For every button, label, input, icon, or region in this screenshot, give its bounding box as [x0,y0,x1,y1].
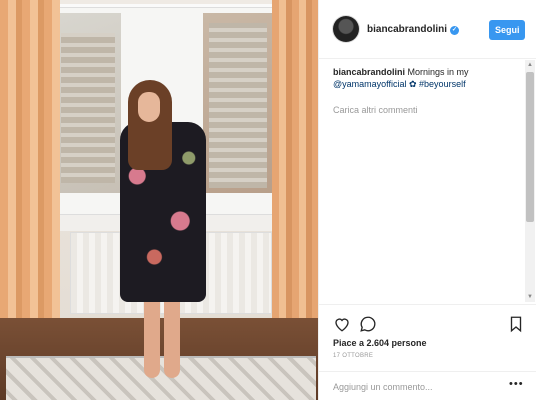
person-face [138,92,160,122]
post-sidebar: biancabrandolini ✓ Segui biancabrandolini… [318,0,536,400]
comment-input[interactable] [333,380,483,394]
scrollbar-thumb[interactable] [526,72,534,222]
bookmark-icon[interactable] [507,315,525,333]
likes-count[interactable]: Piace a 2.604 persone [333,338,427,348]
caption-username[interactable]: biancabrandolini [333,67,405,77]
caption-hashtag[interactable]: ✿ #beyourself [407,79,466,89]
follow-button[interactable]: Segui [489,20,525,40]
caption: biancabrandolini Mornings in my @yamamay… [333,66,523,90]
add-comment-row: ••• [319,371,536,402]
heart-icon[interactable] [333,315,351,333]
curtain-right [272,0,318,350]
more-options-icon[interactable]: ••• [509,378,524,390]
scroll-up-icon[interactable]: ▲ [525,60,535,70]
comments-scrollbar[interactable]: ▲ ▼ [525,60,535,302]
load-more-comments[interactable]: Carica altri commenti [333,104,523,116]
post-header: biancabrandolini ✓ Segui [319,0,536,59]
curtain-left [0,0,60,350]
scroll-down-icon[interactable]: ▼ [525,292,535,302]
window-pane-right [203,13,273,193]
post-actions: Piace a 2.604 persone 17 OTTOBRE ••• [319,304,536,401]
instagram-post: biancabrandolini ✓ Segui biancabrandolini… [0,0,536,400]
window-pane-left [57,13,121,193]
post-photo[interactable] [0,0,318,400]
post-date: 17 OTTOBRE [333,353,374,359]
caption-mention-link[interactable]: @yamamayofficial [333,79,407,89]
avatar[interactable] [333,16,359,42]
caption-text-before: Mornings in my [405,67,469,77]
username-text: biancabrandolini [367,24,448,35]
comments-section: biancabrandolini Mornings in my @yamamay… [333,66,523,116]
username-link[interactable]: biancabrandolini ✓ [367,24,460,35]
comment-bubble-icon[interactable] [359,315,377,333]
verified-badge-icon: ✓ [450,26,460,35]
